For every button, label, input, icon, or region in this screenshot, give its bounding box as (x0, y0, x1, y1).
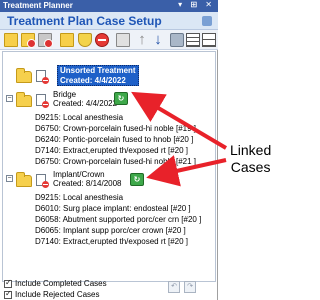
arrow-to-implant-link (146, 155, 227, 187)
annotation-line-1: Linked (230, 142, 272, 158)
arrow-to-bridge-link (131, 91, 228, 150)
annotation-line-2: Cases (230, 159, 271, 175)
linked-cases-annotation: Linked Cases (230, 142, 271, 176)
